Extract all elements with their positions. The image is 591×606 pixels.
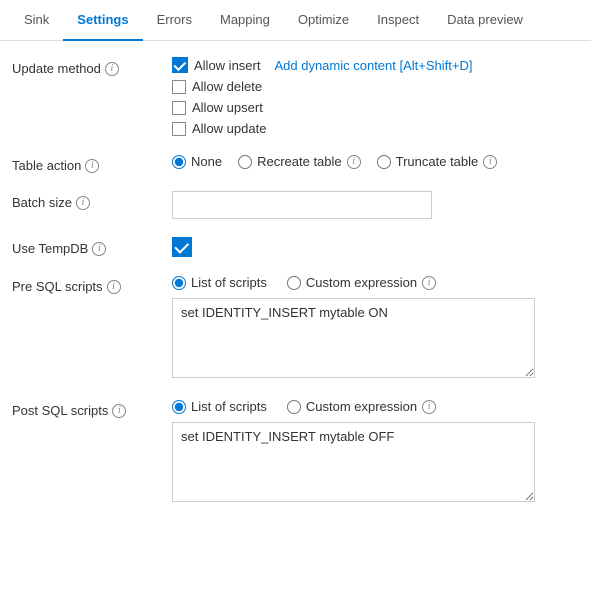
update-method-label: Update method i bbox=[12, 57, 172, 76]
pre-sql-scripts-label: Pre SQL scripts i bbox=[12, 275, 172, 294]
allow-update-label: Allow update bbox=[192, 121, 266, 136]
update-method-control: Allow insert Add dynamic content [Alt+Sh… bbox=[172, 57, 575, 136]
tab-errors[interactable]: Errors bbox=[143, 0, 206, 41]
truncate-table-info-icon[interactable]: i bbox=[483, 155, 497, 169]
pre-sql-info-icon[interactable]: i bbox=[107, 280, 121, 294]
pre-sql-custom-info-icon[interactable]: i bbox=[422, 276, 436, 290]
allow-update-row: Allow update bbox=[172, 121, 575, 136]
allow-upsert-row: Allow upsert bbox=[172, 100, 575, 115]
table-action-row: Table action i None Recreate table i Tru… bbox=[12, 154, 575, 173]
table-action-recreate-radio[interactable] bbox=[238, 155, 252, 169]
post-sql-list-option[interactable]: List of scripts bbox=[172, 399, 267, 414]
table-action-control: None Recreate table i Truncate table i bbox=[172, 154, 575, 169]
batch-size-label: Batch size i bbox=[12, 191, 172, 210]
post-sql-scripts-wrapper: set IDENTITY_INSERT mytable OFF + 🗑 bbox=[172, 422, 575, 505]
tab-sink[interactable]: Sink bbox=[10, 0, 63, 41]
allow-delete-checkbox[interactable] bbox=[172, 80, 186, 94]
use-tempdb-row: Use TempDB i bbox=[12, 237, 575, 257]
table-action-none-radio[interactable] bbox=[172, 155, 186, 169]
table-action-recreate[interactable]: Recreate table i bbox=[238, 154, 361, 169]
use-tempdb-checkbox[interactable] bbox=[172, 237, 192, 257]
tab-inspect[interactable]: Inspect bbox=[363, 0, 433, 41]
allow-delete-row: Allow delete bbox=[172, 79, 575, 94]
post-sql-info-icon[interactable]: i bbox=[112, 404, 126, 418]
use-tempdb-control bbox=[172, 237, 575, 257]
allow-insert-checkbox[interactable] bbox=[172, 57, 188, 73]
table-action-truncate-label: Truncate table bbox=[396, 154, 479, 169]
batch-size-control bbox=[172, 191, 575, 219]
tab-mapping[interactable]: Mapping bbox=[206, 0, 284, 41]
post-sql-scripts-label: Post SQL scripts i bbox=[12, 399, 172, 418]
table-action-info-icon[interactable]: i bbox=[85, 159, 99, 173]
pre-sql-custom-radio[interactable] bbox=[287, 276, 301, 290]
post-sql-list-radio[interactable] bbox=[172, 400, 186, 414]
allow-insert-label: Allow insert bbox=[194, 58, 260, 73]
post-sql-textarea[interactable]: set IDENTITY_INSERT mytable OFF bbox=[172, 422, 535, 502]
post-sql-list-label: List of scripts bbox=[191, 399, 267, 414]
post-sql-radio-group: List of scripts Custom expression i bbox=[172, 399, 575, 414]
pre-sql-scripts-wrapper: set IDENTITY_INSERT mytable ON + 🗑 bbox=[172, 298, 575, 381]
pre-sql-custom-option[interactable]: Custom expression i bbox=[287, 275, 436, 290]
add-dynamic-content-link[interactable]: Add dynamic content [Alt+Shift+D] bbox=[274, 58, 472, 73]
post-sql-scripts-control: List of scripts Custom expression i set … bbox=[172, 399, 575, 505]
batch-size-info-icon[interactable]: i bbox=[76, 196, 90, 210]
pre-sql-radio-group: List of scripts Custom expression i bbox=[172, 275, 575, 290]
pre-sql-list-radio[interactable] bbox=[172, 276, 186, 290]
pre-sql-list-option[interactable]: List of scripts bbox=[172, 275, 267, 290]
tab-settings[interactable]: Settings bbox=[63, 0, 142, 41]
table-action-none-label: None bbox=[191, 154, 222, 169]
post-sql-custom-option[interactable]: Custom expression i bbox=[287, 399, 436, 414]
tab-optimize[interactable]: Optimize bbox=[284, 0, 363, 41]
tab-bar: Sink Settings Errors Mapping Optimize In… bbox=[0, 0, 591, 41]
pre-sql-scripts-row: Pre SQL scripts i List of scripts Custom… bbox=[12, 275, 575, 381]
table-action-none[interactable]: None bbox=[172, 154, 222, 169]
batch-size-row: Batch size i bbox=[12, 191, 575, 219]
post-sql-custom-info-icon[interactable]: i bbox=[422, 400, 436, 414]
allow-upsert-checkbox[interactable] bbox=[172, 101, 186, 115]
pre-sql-textarea[interactable]: set IDENTITY_INSERT mytable ON bbox=[172, 298, 535, 378]
pre-sql-custom-label: Custom expression bbox=[306, 275, 417, 290]
use-tempdb-info-icon[interactable]: i bbox=[92, 242, 106, 256]
table-action-truncate-radio[interactable] bbox=[377, 155, 391, 169]
batch-size-input[interactable] bbox=[172, 191, 432, 219]
settings-content: Update method i Allow insert Add dynamic… bbox=[0, 41, 591, 539]
tab-data-preview[interactable]: Data preview bbox=[433, 0, 537, 41]
update-method-info-icon[interactable]: i bbox=[105, 62, 119, 76]
pre-sql-list-label: List of scripts bbox=[191, 275, 267, 290]
allow-delete-label: Allow delete bbox=[192, 79, 262, 94]
table-action-radio-group: None Recreate table i Truncate table i bbox=[172, 154, 575, 169]
post-sql-scripts-row: Post SQL scripts i List of scripts Custo… bbox=[12, 399, 575, 505]
table-action-label: Table action i bbox=[12, 154, 172, 173]
pre-sql-scripts-control: List of scripts Custom expression i set … bbox=[172, 275, 575, 381]
post-sql-custom-label: Custom expression bbox=[306, 399, 417, 414]
post-sql-custom-radio[interactable] bbox=[287, 400, 301, 414]
allow-upsert-label: Allow upsert bbox=[192, 100, 263, 115]
table-action-truncate[interactable]: Truncate table i bbox=[377, 154, 498, 169]
recreate-table-info-icon[interactable]: i bbox=[347, 155, 361, 169]
update-method-row: Update method i Allow insert Add dynamic… bbox=[12, 57, 575, 136]
use-tempdb-label: Use TempDB i bbox=[12, 237, 172, 256]
allow-update-checkbox[interactable] bbox=[172, 122, 186, 136]
allow-insert-row: Allow insert Add dynamic content [Alt+Sh… bbox=[172, 57, 575, 73]
table-action-recreate-label: Recreate table bbox=[257, 154, 342, 169]
